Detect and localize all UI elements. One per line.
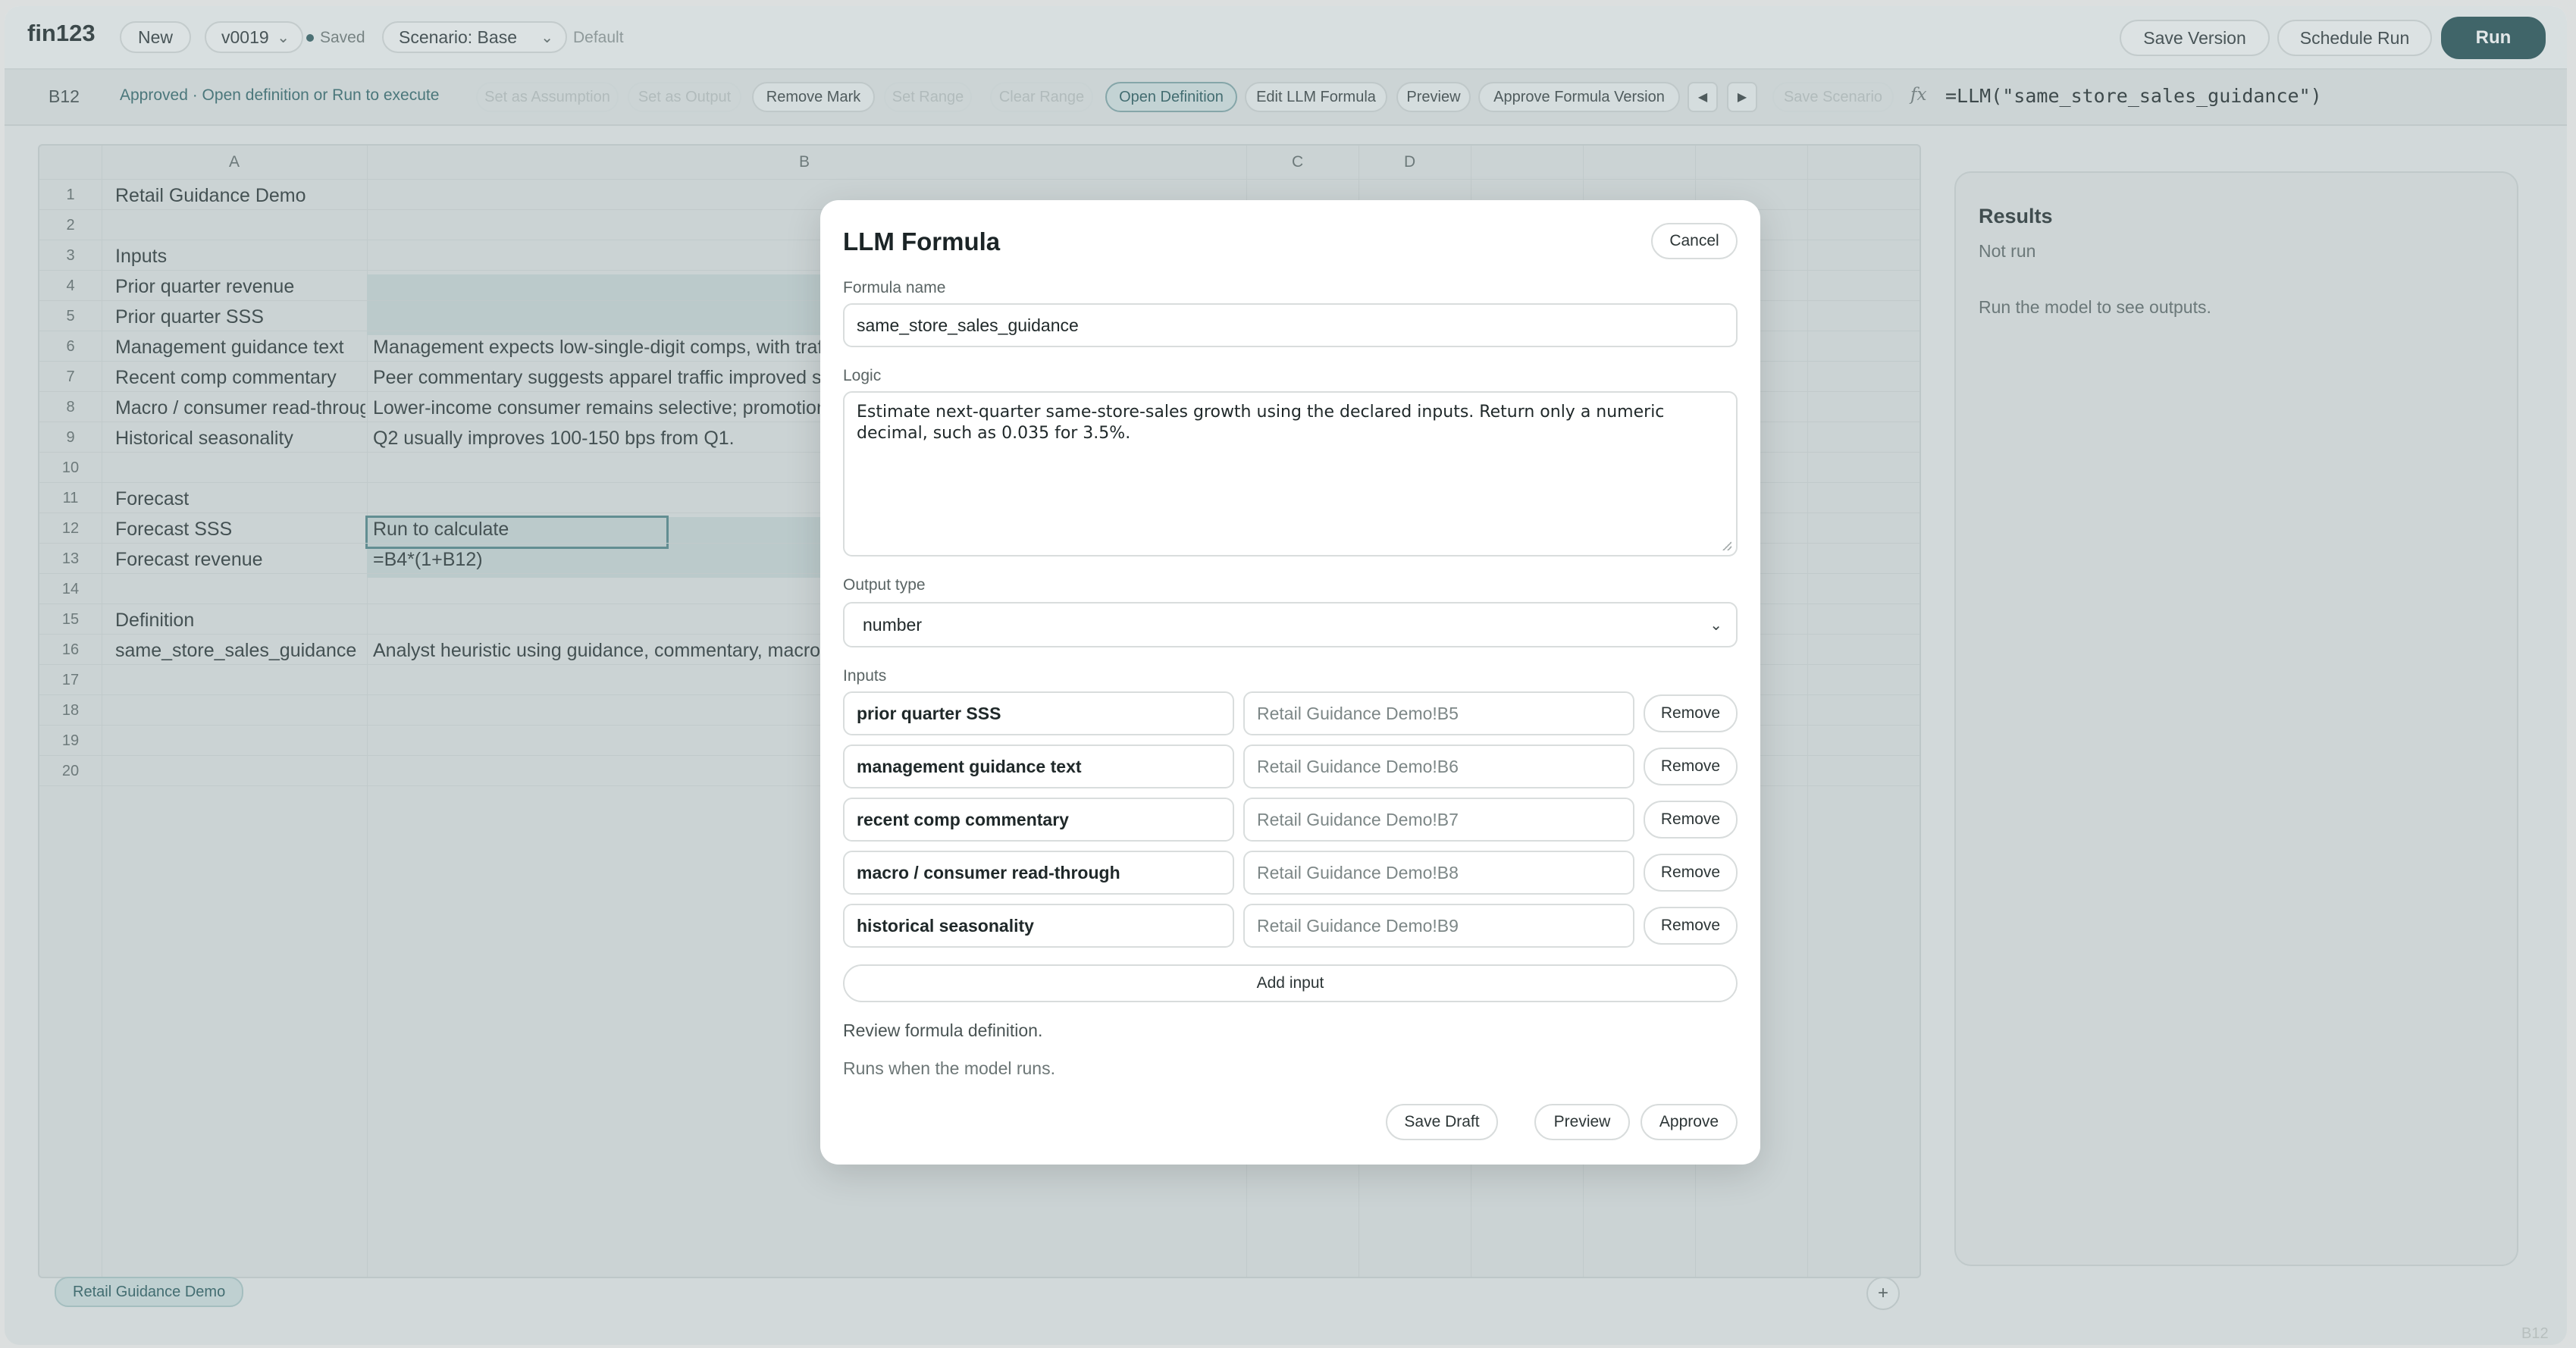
remove-input-button[interactable]: Remove bbox=[1644, 748, 1738, 785]
input-name-field[interactable]: prior quarter SSS bbox=[843, 691, 1234, 735]
input-reference-field[interactable]: Retail Guidance Demo!B9 bbox=[1243, 904, 1634, 948]
save-draft-button[interactable]: Save Draft bbox=[1386, 1104, 1498, 1140]
resize-handle-icon[interactable] bbox=[1722, 541, 1731, 550]
llm-formula-dialog: LLM Formula Cancel Formula name same_sto… bbox=[820, 200, 1760, 1165]
add-input-button[interactable]: Add input bbox=[843, 964, 1738, 1002]
output-type-label: Output type bbox=[843, 576, 926, 594]
review-note: Review formula definition. bbox=[843, 1020, 1043, 1040]
logic-label: Logic bbox=[843, 367, 882, 384]
remove-input-button[interactable]: Remove bbox=[1644, 854, 1738, 892]
output-type-value: number bbox=[863, 614, 922, 635]
inputs-label: Inputs bbox=[843, 667, 887, 685]
logic-text: Estimate next-quarter same-store-sales g… bbox=[857, 403, 1665, 443]
input-name-field[interactable]: macro / consumer read-through bbox=[843, 851, 1234, 895]
app-window: fin123 New v0019 ⌄ Saved Scenario: Base … bbox=[5, 6, 2567, 1345]
dialog-preview-button[interactable]: Preview bbox=[1534, 1104, 1630, 1140]
chevron-down-icon: ⌄ bbox=[1709, 616, 1722, 634]
input-reference-field[interactable]: Retail Guidance Demo!B5 bbox=[1243, 691, 1634, 735]
approve-button[interactable]: Approve bbox=[1641, 1104, 1738, 1140]
input-name-field[interactable]: recent comp commentary bbox=[843, 798, 1234, 842]
dialog-title: LLM Formula bbox=[843, 227, 1001, 255]
cancel-button[interactable]: Cancel bbox=[1651, 223, 1738, 259]
formula-name-label: Formula name bbox=[843, 279, 946, 296]
remove-input-button[interactable]: Remove bbox=[1644, 694, 1738, 732]
remove-input-button[interactable]: Remove bbox=[1644, 801, 1738, 839]
input-reference-field[interactable]: Retail Guidance Demo!B7 bbox=[1243, 798, 1634, 842]
runs-note: Runs when the model runs. bbox=[843, 1058, 1055, 1078]
formula-name-input[interactable]: same_store_sales_guidance bbox=[843, 303, 1738, 347]
input-reference-field[interactable]: Retail Guidance Demo!B6 bbox=[1243, 745, 1634, 788]
status-bar-cell-ref: B12 bbox=[2521, 1325, 2549, 1342]
remove-input-button[interactable]: Remove bbox=[1644, 907, 1738, 945]
output-type-select[interactable]: number ⌄ bbox=[843, 602, 1738, 647]
input-name-field[interactable]: historical seasonality bbox=[843, 904, 1234, 948]
logic-textarea[interactable]: Estimate next-quarter same-store-sales g… bbox=[843, 391, 1738, 556]
input-name-field[interactable]: management guidance text bbox=[843, 745, 1234, 788]
input-reference-field[interactable]: Retail Guidance Demo!B8 bbox=[1243, 851, 1634, 895]
